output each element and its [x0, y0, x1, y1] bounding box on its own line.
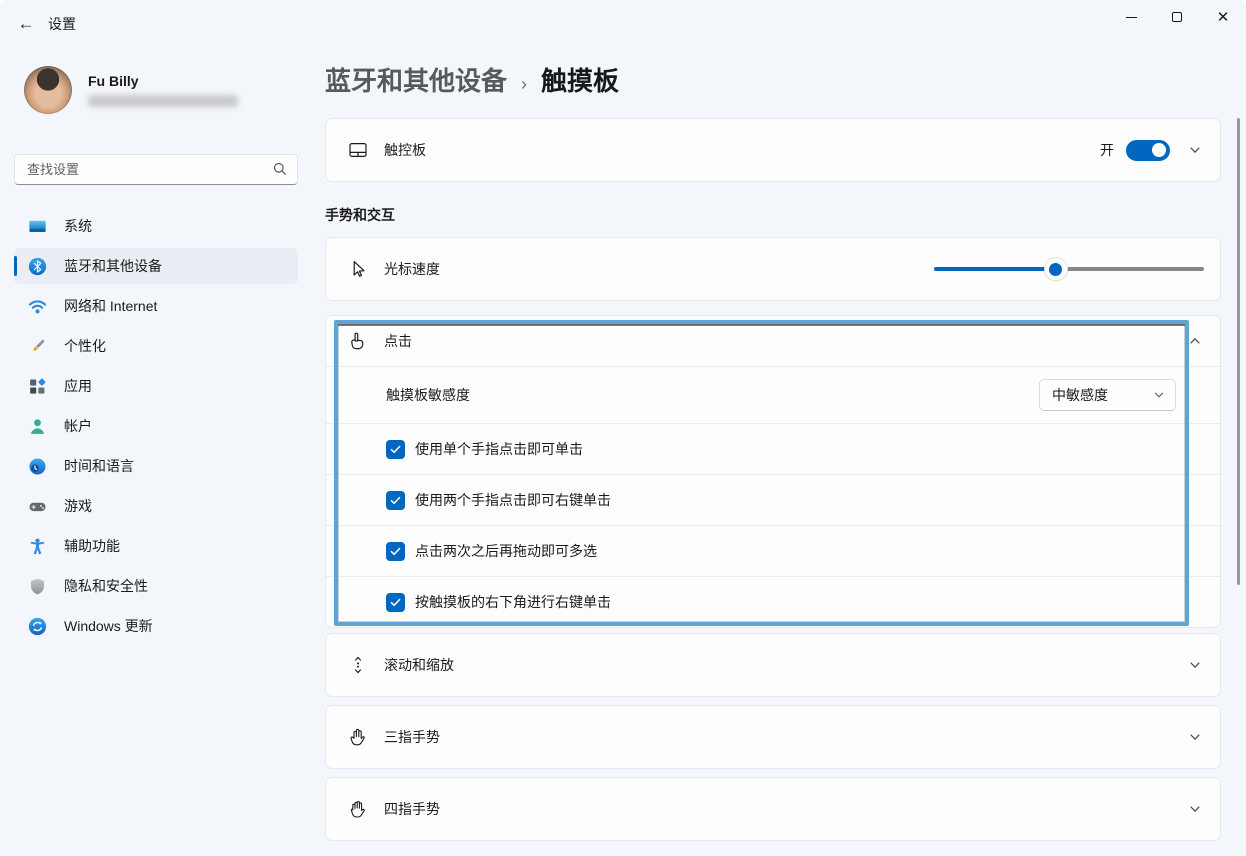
window-controls: ✕: [1108, 0, 1246, 34]
app-title: 设置: [48, 14, 76, 34]
sidebar-item-apps[interactable]: 应用: [14, 368, 298, 404]
minimize-icon: [1126, 17, 1137, 18]
three-finger-icon: [348, 727, 368, 747]
chevron-down-icon[interactable]: [1188, 658, 1202, 672]
sidebar: Fu Billy 系统 蓝牙和其他设备 网络和 Internet: [0, 48, 312, 856]
accounts-icon: [28, 417, 47, 436]
cursor-speed-slider[interactable]: [934, 259, 1204, 279]
slider-thumb[interactable]: [1045, 258, 1067, 280]
sensitivity-value: 中敏感度: [1052, 385, 1108, 405]
chevron-up-icon[interactable]: [1188, 334, 1202, 348]
chevron-down-icon[interactable]: [1188, 730, 1202, 744]
scroll-zoom-card[interactable]: 滚动和缩放: [325, 633, 1221, 697]
checkbox-tap-twice-drag[interactable]: [386, 542, 405, 561]
checkbox-right-corner-click[interactable]: [386, 593, 405, 612]
sidebar-nav: 系统 蓝牙和其他设备 网络和 Internet 个性化 应用 帐户: [14, 208, 298, 644]
taps-card-header[interactable]: 点击: [326, 316, 1220, 366]
network-icon: [28, 297, 47, 316]
breadcrumb-parent[interactable]: 蓝牙和其他设备: [325, 61, 507, 98]
chevron-down-icon: [1153, 389, 1165, 401]
system-icon: [28, 217, 47, 236]
cursor-icon: [348, 259, 368, 279]
avatar: [24, 66, 72, 114]
settings-window: ← 设置 ✕ Fu Billy 系统: [0, 0, 1246, 856]
four-finger-icon: [348, 799, 368, 819]
chevron-down-icon[interactable]: [1188, 143, 1202, 157]
search-box: [14, 154, 298, 185]
sidebar-item-system[interactable]: 系统: [14, 208, 298, 244]
minimize-button[interactable]: [1108, 0, 1154, 34]
back-button[interactable]: ←: [8, 6, 44, 42]
sidebar-item-time-language[interactable]: 时间和语言: [14, 448, 298, 484]
checkbox-row: 点击两次之后再拖动即可多选: [326, 525, 1220, 576]
sidebar-item-privacy[interactable]: 隐私和安全性: [14, 568, 298, 604]
four-finger-gestures-card[interactable]: 四指手势: [325, 777, 1221, 841]
touchpad-label: 触控板: [384, 140, 426, 160]
profile-email-redacted: [88, 95, 238, 107]
sidebar-item-windows-update[interactable]: Windows 更新: [14, 608, 298, 644]
toggle-state-label: 开: [1100, 140, 1114, 160]
sidebar-item-accounts[interactable]: 帐户: [14, 408, 298, 444]
taps-label: 点击: [384, 331, 412, 351]
search-input[interactable]: [14, 154, 298, 185]
slider-fill: [934, 267, 1056, 271]
checkbox-single-finger-tap[interactable]: [386, 440, 405, 459]
maximize-button[interactable]: [1154, 0, 1200, 34]
chevron-down-icon[interactable]: [1188, 802, 1202, 816]
touchpad-icon: [348, 140, 368, 160]
close-icon: ✕: [1217, 10, 1230, 25]
profile-name: Fu Billy: [88, 73, 238, 89]
privacy-icon: [28, 577, 47, 596]
profile-card[interactable]: Fu Billy: [14, 60, 298, 120]
apps-icon: [28, 377, 47, 396]
touchpad-card[interactable]: 触控板 开: [325, 118, 1221, 182]
accessibility-icon: [28, 537, 47, 556]
scroll-zoom-icon: [348, 655, 368, 675]
windows-update-icon: [28, 617, 47, 636]
time-language-icon: [28, 457, 47, 476]
checkbox-two-finger-tap[interactable]: [386, 491, 405, 510]
page-title: 触摸板: [541, 61, 619, 98]
checkbox-row: 按触摸板的右下角进行右键单击: [326, 576, 1220, 627]
sensitivity-row: 触摸板敏感度 中敏感度: [326, 366, 1220, 423]
sidebar-item-gaming[interactable]: 游戏: [14, 488, 298, 524]
sensitivity-label: 触摸板敏感度: [386, 385, 470, 405]
bluetooth-icon: [28, 257, 47, 276]
scrollbar-thumb[interactable]: [1237, 118, 1240, 585]
sidebar-item-bluetooth-devices[interactable]: 蓝牙和其他设备: [14, 248, 298, 284]
sensitivity-dropdown[interactable]: 中敏感度: [1039, 379, 1176, 411]
close-button[interactable]: ✕: [1200, 0, 1246, 34]
checkbox-row: 使用单个手指点击即可单击: [326, 423, 1220, 474]
personalization-icon: [28, 337, 47, 356]
checkbox-row: 使用两个手指点击即可右键单击: [326, 474, 1220, 525]
cursor-speed-card: 光标速度: [325, 237, 1221, 301]
section-title: 手势和交互: [325, 205, 1221, 225]
tap-gesture-icon: [348, 331, 368, 351]
titlebar: ← 设置 ✕: [0, 0, 1246, 48]
main-content: 蓝牙和其他设备 › 触摸板 触控板 开 手势和交互: [325, 48, 1221, 856]
cursor-speed-label: 光标速度: [384, 259, 440, 279]
sidebar-item-network[interactable]: 网络和 Internet: [14, 288, 298, 324]
sidebar-item-accessibility[interactable]: 辅助功能: [14, 528, 298, 564]
taps-card: 点击 触摸板敏感度 中敏感度: [325, 315, 1221, 628]
gaming-icon: [28, 497, 47, 516]
breadcrumb: 蓝牙和其他设备 › 触摸板: [325, 61, 1221, 98]
three-finger-gestures-card[interactable]: 三指手势: [325, 705, 1221, 769]
breadcrumb-separator: ›: [521, 74, 527, 95]
maximize-icon: [1172, 12, 1182, 22]
touchpad-toggle[interactable]: [1126, 140, 1170, 161]
sidebar-item-personalization[interactable]: 个性化: [14, 328, 298, 364]
